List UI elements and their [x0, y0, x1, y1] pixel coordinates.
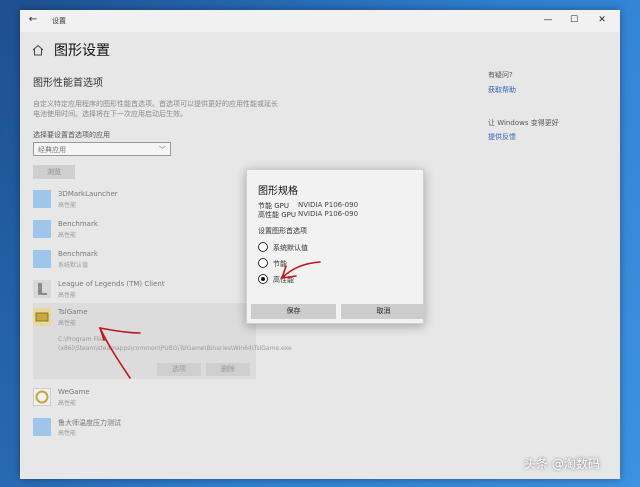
app-name: Benchmark: [58, 250, 98, 258]
cancel-button[interactable]: 取消: [341, 304, 426, 319]
app-path: C:\Program Files (x86)\Steam\steamapps\c…: [58, 336, 292, 352]
app-item[interactable]: Benchmark 系统默认值: [33, 250, 258, 276]
app-status: 高性能: [58, 202, 77, 209]
radio-circle: [258, 242, 268, 252]
app-item[interactable]: WeGame 高性能: [33, 388, 258, 414]
app-status: 高性能: [58, 400, 77, 407]
browse-button[interactable]: 浏览: [33, 165, 75, 179]
choose-app-label: 选择要设置首选项的应用: [33, 131, 110, 139]
high-perf-gpu-value: NVIDIA P106-090: [298, 210, 359, 218]
app-name: 鲁大师温度压力测试: [58, 419, 121, 427]
window-title: 设置: [52, 17, 66, 25]
app-name: 3DMarkLauncher: [58, 190, 118, 198]
section-title: 图形性能首选项: [33, 78, 103, 89]
app-status: 高性能: [58, 430, 77, 437]
tslgame-app-icon: [33, 308, 51, 326]
save-button[interactable]: 保存: [251, 304, 336, 319]
high-perf-gpu-row: 高性能 GPU NVIDIA P106-090: [258, 210, 358, 220]
delete-button[interactable]: 删除: [206, 363, 250, 376]
radio-high-performance[interactable]: 高性能: [258, 274, 378, 286]
get-help-link[interactable]: 获取帮助: [488, 85, 516, 95]
page-title: 图形设置: [54, 43, 110, 59]
app-icon: [33, 190, 51, 208]
watermark: 头条 @淘数码: [524, 457, 600, 471]
app-status: 高性能: [58, 320, 77, 327]
app-status: 系统默认值: [58, 262, 89, 269]
dialog-title: 图形规格: [258, 186, 298, 197]
section-description: 自定义特定应用程序的图形性能首选项。首选项可以提供更好的应用性能或延长电池使用时…: [33, 100, 278, 118]
close-button[interactable]: ✕: [590, 12, 614, 28]
league-app-icon: [33, 280, 51, 298]
app-status: 高性能: [58, 232, 77, 239]
radio-system-default[interactable]: 系统默认值: [258, 242, 378, 254]
feedback-heading: 让 Windows 变得更好: [488, 119, 559, 127]
app-name: Benchmark: [58, 220, 98, 228]
high-perf-gpu-label: 高性能 GPU: [258, 211, 296, 219]
app-icon: [33, 220, 51, 238]
app-type-select[interactable]: 经典应用 ﹀: [33, 142, 171, 156]
radio-circle: [258, 258, 268, 268]
chevron-down-icon: ﹀: [159, 146, 166, 154]
power-saving-gpu-value: NVIDIA P106-090: [298, 201, 359, 209]
help-question: 有疑问?: [488, 71, 513, 79]
app-type-value: 经典应用: [38, 146, 66, 154]
app-item[interactable]: Benchmark 高性能: [33, 220, 258, 246]
app-name: League of Legends (TM) Client: [58, 280, 165, 288]
radio-circle-selected: [258, 274, 268, 284]
radio-label: 系统默认值: [273, 244, 308, 252]
minimize-button[interactable]: —: [536, 12, 560, 28]
back-arrow-icon[interactable]: ←: [26, 13, 40, 27]
preference-label: 设置图形首选项: [258, 227, 307, 235]
app-item[interactable]: 3DMarkLauncher 高性能: [33, 190, 258, 216]
give-feedback-link[interactable]: 提供反馈: [488, 132, 516, 142]
radio-label: 高性能: [273, 276, 294, 284]
options-button[interactable]: 选项: [157, 363, 201, 376]
app-name: WeGame: [58, 388, 90, 396]
graphics-spec-dialog: 图形规格 节能 GPU NVIDIA P106-090 高性能 GPU NVID…: [246, 169, 426, 324]
app-icon: [33, 418, 51, 436]
wegame-app-icon: [33, 388, 51, 406]
home-icon[interactable]: [32, 44, 44, 56]
app-icon: [33, 250, 51, 268]
app-item[interactable]: 鲁大师温度压力测试 高性能: [33, 418, 258, 444]
title-bar: ← 设置 — ☐ ✕: [20, 10, 620, 32]
app-status: 高性能: [58, 292, 77, 299]
settings-window: ← 设置 — ☐ ✕ 图形设置 图形性能首选项 自定义特定应用程序的图形性能首选…: [20, 10, 620, 479]
radio-power-saving[interactable]: 节能: [258, 258, 378, 270]
radio-label: 节能: [273, 260, 287, 268]
power-saving-gpu-label: 节能 GPU: [258, 202, 289, 210]
maximize-button[interactable]: ☐: [562, 12, 586, 28]
app-name: TslGame: [58, 308, 88, 316]
